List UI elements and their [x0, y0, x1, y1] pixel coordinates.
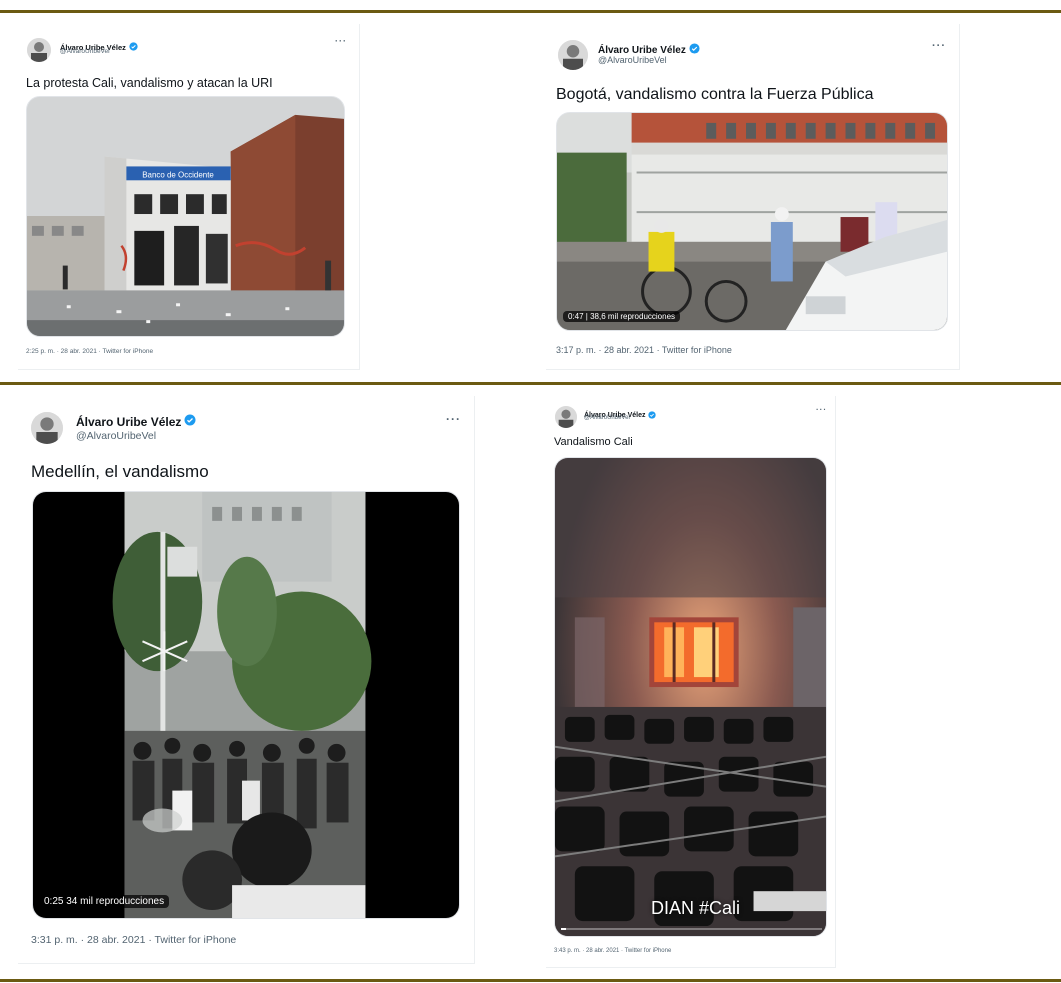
more-options-icon[interactable]: ··· — [446, 412, 461, 426]
tweet-timestamp[interactable]: 3:17 p. m. · 28 abr. 2021 · Twitter for … — [556, 345, 732, 355]
video-view-count: 0:47 | 38,6 mil reproducciones — [563, 311, 681, 322]
author-handle[interactable]: @AlvaroUribeVel — [584, 415, 630, 421]
tweet-timestamp[interactable]: 3:31 p. m. · 28 abr. 2021 · Twitter for … — [31, 934, 236, 946]
tweet-timestamp[interactable]: 2:25 p. m. · 28 abr. 2021 · Twitter for … — [26, 348, 153, 355]
tweet-card[interactable]: Álvaro Uribe Vélez @AlvaroUribeVel ··· V… — [546, 396, 836, 968]
tweet-video[interactable]: 0:25 34 mil reproducciones — [32, 491, 460, 919]
verified-badge-icon — [129, 38, 138, 56]
author-name[interactable]: Álvaro Uribe Vélez — [598, 45, 686, 56]
tweet-timestamp[interactable]: 3:43 p. m. · 28 abr. 2021 · Twitter for … — [554, 948, 671, 954]
video-progress-fill — [561, 928, 567, 930]
avatar[interactable] — [555, 406, 577, 428]
verified-badge-icon — [648, 406, 657, 424]
tweet-text: Medellín, el vandalismo — [31, 462, 209, 481]
tweet-text: Vandalismo Cali — [554, 436, 633, 448]
tweet-card[interactable]: Álvaro Uribe Vélez @AlvaroUribeVel ··· B… — [546, 24, 960, 370]
avatar[interactable] — [27, 38, 51, 62]
more-options-icon[interactable]: ··· — [932, 40, 946, 52]
author-name[interactable]: Álvaro Uribe Vélez — [76, 415, 181, 429]
author-handle[interactable]: @AlvaroUribeVel — [60, 48, 110, 55]
author-handle[interactable]: @AlvaroUribeVel — [598, 55, 667, 65]
divider-top — [0, 10, 1061, 13]
more-options-icon[interactable]: ··· — [816, 405, 827, 414]
tweet-image[interactable]: Banco de Occidente — [26, 96, 345, 337]
tweet-card[interactable]: Álvaro Uribe Vélez @AlvaroUribeVel ··· L… — [18, 24, 360, 370]
avatar[interactable] — [31, 412, 63, 444]
video-progress-bar[interactable] — [561, 928, 822, 930]
video-view-count: 0:25 34 mil reproducciones — [39, 895, 170, 908]
bank-sign-text: Banco de Occidente — [142, 170, 214, 179]
video-caption: DIAN #Cali — [651, 898, 741, 918]
more-options-icon[interactable]: ··· — [335, 36, 347, 46]
divider-middle — [0, 382, 1061, 385]
verified-badge-icon — [184, 413, 196, 431]
tweet-text: Bogotá, vandalismo contra la Fuerza Públ… — [556, 86, 874, 103]
divider-bottom — [0, 979, 1061, 982]
verified-badge-icon — [689, 41, 700, 59]
author-handle[interactable]: @AlvaroUribeVel — [76, 430, 156, 442]
avatar[interactable] — [558, 40, 588, 70]
tweet-card[interactable]: Álvaro Uribe Vélez @AlvaroUribeVel ··· M… — [18, 396, 475, 964]
tweet-text: La protesta Cali, vandalismo y atacan la… — [26, 76, 273, 90]
tweet-video[interactable]: 0:47 | 38,6 mil reproducciones — [556, 112, 948, 331]
tweet-video[interactable]: DIAN #Cali — [554, 457, 827, 937]
